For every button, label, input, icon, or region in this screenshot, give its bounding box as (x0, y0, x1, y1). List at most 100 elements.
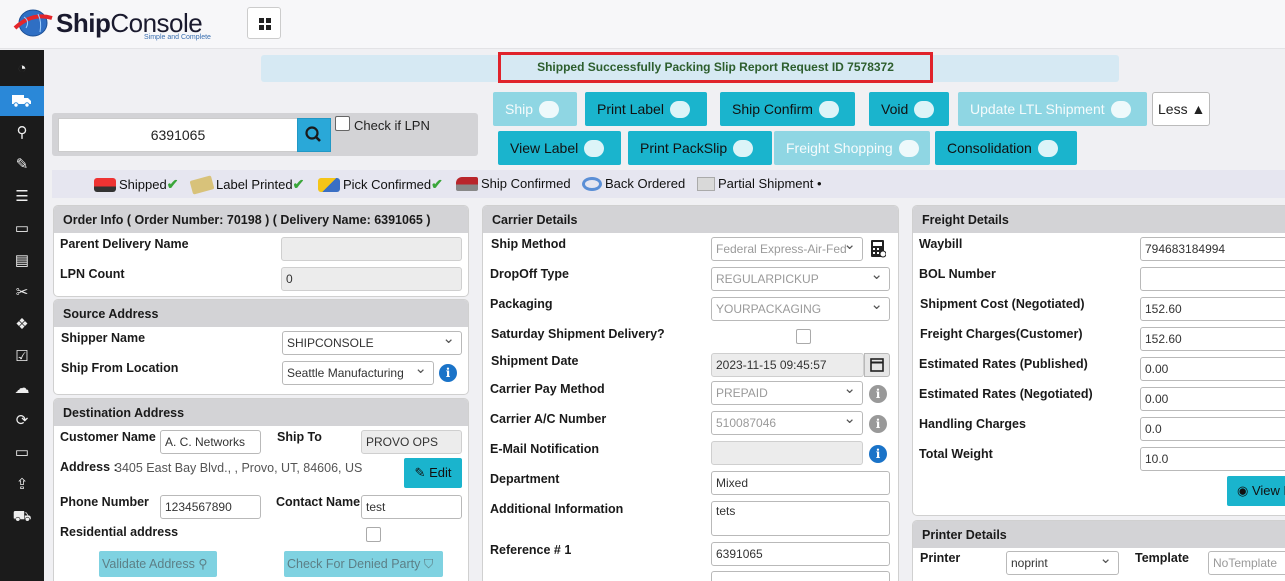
estimated-published-input[interactable]: 0.00 (1140, 357, 1285, 381)
check-icon: ✔ (292, 176, 305, 192)
cart-icon[interactable]: ⛟ (0, 502, 44, 532)
waybill-label: Waybill (919, 237, 963, 251)
consolidation-button[interactable]: Consolidation (935, 131, 1077, 165)
shipment-cost-input[interactable]: 152.60 (1140, 297, 1285, 321)
address-value: 3405 East Bay Blvd., , Provo, UT, 84606,… (115, 461, 363, 475)
search-button[interactable] (297, 118, 331, 152)
folder-open-icon[interactable]: ▭ (0, 214, 44, 244)
map-marker-icon[interactable]: ⚲ (0, 118, 44, 148)
id-card-icon[interactable]: ▤ (0, 246, 44, 276)
ship-method-select[interactable]: Federal Express-Air-Fed (711, 237, 863, 261)
residential-checkbox[interactable] (366, 527, 381, 542)
calendar-button[interactable] (864, 353, 890, 377)
dropbox-icon[interactable]: ❖ (0, 310, 44, 340)
dashboard-icon[interactable]: ◔ (0, 54, 44, 84)
edit-address-button[interactable]: ✎ Edit (404, 458, 462, 488)
apps-grid-button[interactable] (247, 7, 281, 39)
ship-from-select[interactable]: Seattle Manufacturing (282, 361, 434, 385)
folder-icon[interactable]: ▭ (0, 438, 44, 468)
edit-icon: ✎ (414, 465, 426, 480)
ship-button[interactable]: Ship (493, 92, 577, 126)
shipment-date-input[interactable]: 2023-11-15 09:45:57 (711, 353, 864, 377)
bol-number-input[interactable] (1140, 267, 1285, 291)
view-button[interactable]: ◉ View N (1227, 476, 1285, 506)
handling-charges-input[interactable]: 0.0 (1140, 417, 1285, 441)
total-weight-input[interactable]: 10.0 (1140, 447, 1285, 471)
printer-icon (669, 100, 690, 118)
legend-back-ordered: Back Ordered (582, 176, 685, 192)
ship-method-label: Ship Method (491, 237, 566, 251)
lpn-count-input[interactable]: 0 (281, 267, 462, 291)
shipper-name-label: Shipper Name (61, 331, 146, 345)
info-icon[interactable]: i (869, 415, 887, 433)
waybill-input[interactable]: 794683184994 (1140, 237, 1285, 261)
truck-icon[interactable] (0, 86, 44, 116)
validate-address-button[interactable]: Validate Address ⚲ (99, 551, 217, 577)
freight-charges-input[interactable]: 152.60 (1140, 327, 1285, 351)
list-icon[interactable]: ☰ (0, 182, 44, 212)
check-square-icon[interactable]: ☑ (0, 342, 44, 372)
calendar-icon (870, 358, 884, 372)
view-label-button[interactable]: View Label (498, 131, 621, 165)
reference-2-input[interactable] (711, 571, 890, 581)
refresh-icon[interactable]: ⟳ (0, 406, 44, 436)
print-packslip-button[interactable]: Print PackSlip (628, 131, 772, 165)
ship-confirm-button[interactable]: Ship Confirm (720, 92, 855, 126)
ship-to-input[interactable]: PROVO OPS (361, 430, 462, 454)
void-button[interactable]: Void (869, 92, 949, 126)
shipper-name-select[interactable]: SHIPCONSOLE (282, 331, 462, 355)
parent-delivery-input[interactable] (281, 237, 462, 261)
ship-from-label: Ship From Location (61, 361, 179, 375)
additional-info-textarea[interactable]: tets (711, 501, 890, 536)
caret-up-icon: ▲ (1191, 101, 1206, 117)
cloud-upload-icon[interactable]: ☁ (0, 374, 44, 404)
email-notification-input[interactable] (711, 441, 863, 465)
reference-1-input[interactable]: 6391065 (711, 542, 890, 566)
print-label-button[interactable]: Print Label (585, 92, 707, 126)
upload-icon[interactable]: ⇪ (0, 470, 44, 500)
phone-number-input[interactable]: 1234567890 (160, 495, 261, 519)
update-ltl-shipment-button[interactable]: Update LTL Shipment (958, 92, 1147, 126)
info-icon[interactable]: i (439, 364, 457, 382)
freight-shopping-button[interactable]: Freight Shopping (774, 131, 930, 165)
edit-icon[interactable]: ✎ (0, 150, 44, 180)
customer-name-input[interactable]: A. C. Networks (160, 430, 261, 454)
destination-address-title: Destination Address (54, 399, 468, 426)
legend-shipped-label: Shipped (119, 177, 167, 192)
shipconsole-logo[interactable]: ShipConsole Simple and Complete (12, 6, 237, 44)
info-icon[interactable]: i (869, 445, 887, 463)
delivery-search-input[interactable]: 6391065 (58, 118, 298, 152)
less-toggle-button[interactable]: Less ▲ (1152, 92, 1210, 126)
packaging-label: Packaging (490, 297, 553, 311)
lpn-checkbox-label: Check if LPN (354, 118, 430, 133)
template-input[interactable]: NoTemplate (1208, 551, 1285, 575)
packaging-select[interactable]: YOURPACKAGING (711, 297, 890, 321)
department-input[interactable]: Mixed (711, 471, 890, 495)
pay-method-label: Carrier Pay Method (490, 382, 605, 396)
carrier-account-select[interactable]: 510087046 (711, 411, 863, 435)
pay-method-select[interactable]: PREPAID (711, 381, 863, 405)
wrench-icon[interactable]: ✂ (0, 278, 44, 308)
pdf-icon (584, 139, 605, 157)
info-icon[interactable]: i (869, 385, 887, 403)
contact-name-label: Contact Name (276, 495, 361, 509)
ship-button-label: Ship (505, 101, 534, 117)
saturday-delivery-checkbox[interactable] (796, 329, 811, 344)
dropoff-type-select[interactable]: REGULARPICKUP (711, 267, 890, 291)
printer-icon (733, 139, 754, 157)
map-pin-icon: ⚲ (198, 557, 208, 571)
truck-icon (539, 100, 560, 118)
department-label: Department (490, 472, 560, 486)
additional-info-label: Additional Information (490, 502, 624, 516)
denied-party-button[interactable]: Check For Denied Party ⛉ (284, 551, 443, 577)
lpn-checkbox[interactable] (335, 116, 350, 131)
estimated-negotiated-input[interactable]: 0.00 (1140, 387, 1285, 411)
logo-tagline: Simple and Complete (144, 34, 211, 41)
residential-address-label: Residential address (60, 525, 179, 539)
contact-name-input[interactable]: test (361, 495, 462, 519)
rate-calculator-icon[interactable] (870, 239, 886, 258)
estimated-published-label: Estimated Rates (Published) (919, 357, 1088, 371)
printer-select[interactable]: noprint (1006, 551, 1119, 575)
eye-icon: ◉ (1237, 483, 1249, 498)
legend-label-printed-label: Label Printed (216, 177, 293, 192)
